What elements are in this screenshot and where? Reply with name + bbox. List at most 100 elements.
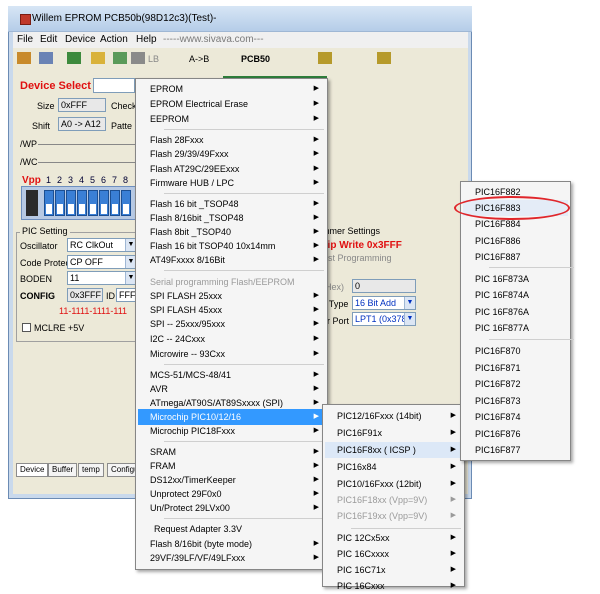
tab-device[interactable]: Device (16, 463, 49, 477)
arrow-right-icon: ▶ (313, 115, 319, 122)
menu-separator (164, 441, 324, 442)
chip-item[interactable]: PIC 16F877A (463, 320, 568, 336)
wc-slider[interactable] (38, 162, 135, 163)
arrow-right-icon: ▶ (313, 256, 319, 263)
dip-number: 1 (46, 175, 52, 185)
dip-switch[interactable] (110, 190, 120, 216)
menu-item[interactable]: I2C -- 24Cxxx ▶ (138, 331, 325, 347)
chip-item[interactable]: PIC16F872 (463, 376, 568, 392)
menu-item[interactable]: PIC 16Cxxx ▶ (325, 578, 462, 594)
tab-buffer[interactable]: Buffer (48, 463, 78, 477)
menu-separator (164, 518, 324, 519)
arrow-right-icon: ▶ (450, 566, 456, 573)
menu-item[interactable]: PIC16x84 ▶ (325, 459, 462, 475)
menu-help[interactable]: Help (136, 34, 157, 45)
dip-number: 2 (57, 175, 63, 185)
dip-switch[interactable] (44, 190, 54, 216)
menu-bar: File Edit Device Action Help -----www.si… (13, 32, 468, 48)
read-chip-icon[interactable] (67, 52, 81, 64)
open-icon[interactable] (17, 52, 31, 64)
menu-item[interactable]: Un/Protect 29LVx00 ▶ (138, 500, 325, 516)
dip-switch[interactable] (55, 190, 65, 216)
dip-number: 5 (90, 175, 96, 185)
pic-submenu: PIC12/16Fxxx (14bit) ▶ PIC16F91x ▶ PIC16F8… (322, 404, 465, 591)
oscillator-select[interactable]: RC ClkOut ▼ (67, 238, 137, 252)
arrow-right-icon: ▶ (313, 504, 319, 511)
tool-icon[interactable] (318, 52, 332, 64)
menu-item[interactable]: Microchip PIC18Fxxx ▶ (138, 423, 325, 439)
arrow-right-icon: ▶ (313, 179, 319, 186)
menu-item[interactable]: EPROM Electrical Erase ▶ (138, 96, 325, 112)
menu-item[interactable]: EPROM ▶ (138, 81, 325, 97)
menu-item[interactable]: PIC 16C71x ▶ (325, 562, 462, 578)
dip-switch[interactable] (121, 190, 131, 216)
app-icon (20, 14, 31, 25)
printer-port-select[interactable]: LPT1 (0x378) ▼ (352, 312, 416, 326)
verify-icon[interactable] (113, 52, 127, 64)
code-protect-select[interactable]: CP OFF ▼ (67, 255, 137, 269)
dip-number: 8 (123, 175, 129, 185)
menu-item[interactable]: PIC10/16Fxxx (12bit) ▶ (325, 476, 462, 492)
menu-item[interactable]: Flash 29/39/49Fxxx ▶ (138, 146, 325, 162)
programmer-settings-title: mmer Settings (322, 226, 381, 236)
menu-file[interactable]: File (17, 34, 33, 45)
chip-item[interactable]: PIC16F886 (463, 233, 568, 249)
tab-temp[interactable]: temp (78, 463, 104, 477)
menu-item-selected[interactable]: PIC16F8xx ( ICSP ) ▶ (325, 442, 462, 458)
chip-item[interactable]: PIC 16F873A (463, 271, 568, 287)
menu-edit[interactable]: Edit (40, 34, 57, 45)
menu-item[interactable]: SPI -- 25xxx/95xxx ▶ (138, 316, 325, 332)
lock-type-select[interactable]: 16 Bit Add ▼ (352, 296, 416, 310)
chip-item[interactable]: PIC 16F874A (463, 287, 568, 303)
arrow-right-icon: ▶ (313, 350, 319, 357)
pic-setting-title: PIC Setting (20, 226, 70, 236)
toolbar: LB A->B PCB50 (13, 48, 468, 71)
chip-item[interactable]: PIC16F887 (463, 249, 568, 265)
menu-item[interactable]: 29VF/39LF/VF/49LFxxx ▶ (138, 550, 325, 566)
menu-device[interactable]: Device (65, 34, 96, 45)
arrow-right-icon: ▶ (313, 554, 319, 561)
blank-check-icon[interactable] (131, 52, 145, 64)
menu-item[interactable]: PIC 16Cxxxx ▶ (325, 546, 462, 562)
menu-item[interactable]: AT49Fxxxx 8/16Bit ▶ (138, 252, 325, 268)
menu-action[interactable]: Action (100, 34, 128, 45)
chip-item[interactable]: PIC16F873 (463, 393, 568, 409)
dip-number: 6 (101, 175, 107, 185)
title-bar[interactable]: Willem EPROM PCB50b(98D12c3)(Test)- (8, 6, 472, 32)
arrow-right-icon: ▶ (450, 446, 456, 453)
menu-item[interactable]: EEPROM ▶ (138, 111, 325, 127)
chip-item[interactable]: PIC16F876 (463, 426, 568, 442)
arrow-right-icon: ▶ (450, 429, 456, 436)
chip-item[interactable]: PIC16F871 (463, 360, 568, 376)
menu-item[interactable]: Request Adapter 3.3V (138, 521, 325, 537)
toolbar-lb[interactable]: LB (148, 54, 159, 64)
chip-item[interactable]: PIC16F874 (463, 409, 568, 425)
menu-separator (164, 129, 324, 130)
menu-item[interactable]: PIC16F91x ▶ (325, 425, 462, 441)
chip-item[interactable]: PIC16F870 (463, 343, 568, 359)
toolbar-a-to-b[interactable]: A->B (189, 54, 209, 64)
device-select-input[interactable] (93, 78, 135, 93)
chip-item[interactable]: PIC 16F876A (463, 304, 568, 320)
save-icon[interactable] (39, 52, 53, 64)
menu-item-disabled: PIC16F19xx (Vpp=9V) ▶ (325, 508, 462, 524)
menu-item[interactable]: Microwire -- 93Cxx ▶ (138, 346, 325, 362)
tool-icon-2[interactable] (377, 52, 391, 64)
menu-item[interactable]: Firmware HUB / LPC ▶ (138, 175, 325, 191)
menu-item[interactable]: PIC12/16Fxxx (14bit) ▶ (325, 408, 462, 424)
dip-switch[interactable] (88, 190, 98, 216)
hex-field[interactable]: 0 (352, 279, 416, 293)
dip-switch[interactable] (99, 190, 109, 216)
mclre-checkbox[interactable] (22, 323, 31, 332)
wp-slider[interactable] (38, 144, 135, 145)
lock-type-value: 16 Bit Add (355, 298, 397, 308)
boden-label: BODEN (20, 274, 53, 284)
boden-select[interactable]: 11 ▼ (67, 271, 137, 285)
dip-switch[interactable] (77, 190, 87, 216)
write-chip-icon[interactable] (91, 52, 105, 64)
oscillator-value: RC ClkOut (70, 240, 114, 250)
dip-switch[interactable] (66, 190, 76, 216)
toolbar-pcb50[interactable]: PCB50 (241, 54, 270, 64)
menu-item[interactable]: PIC 12Cx5xx ▶ (325, 530, 462, 546)
chip-item[interactable]: PIC16F877 (463, 442, 568, 458)
